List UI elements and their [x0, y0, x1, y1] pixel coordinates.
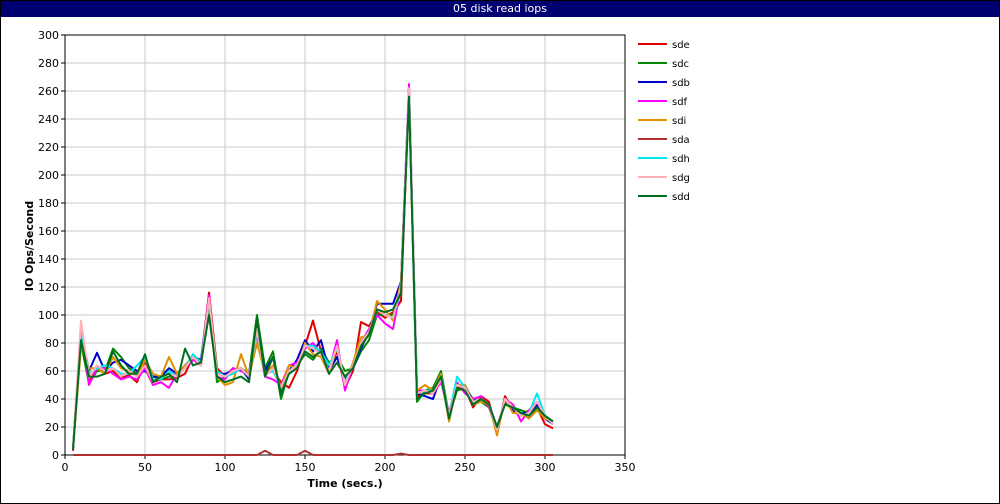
- y-tick-label: 260: [38, 85, 59, 98]
- x-axis-label: Time (secs.): [307, 477, 382, 490]
- y-tick-label: 160: [38, 225, 59, 238]
- y-tick-label: 300: [38, 29, 59, 42]
- legend-label-sdi: sdi: [672, 116, 686, 127]
- x-tick-label: 50: [138, 461, 152, 474]
- x-tick-label: 150: [295, 461, 316, 474]
- legend-label-sdd: sdd: [672, 192, 690, 203]
- y-tick-label: 60: [45, 365, 59, 378]
- grid-lines: [65, 35, 625, 455]
- legend-label-sdb: sdb: [672, 78, 690, 89]
- y-tick-label: 20: [45, 421, 59, 434]
- y-tick-label: 80: [45, 337, 59, 350]
- y-tick-label: 280: [38, 57, 59, 70]
- x-tick-label: 350: [615, 461, 636, 474]
- y-axis-label: IO Ops/Second: [23, 201, 36, 291]
- y-tick-label: 180: [38, 197, 59, 210]
- y-tick-label: 200: [38, 169, 59, 182]
- legend-label-sdh: sdh: [672, 154, 690, 165]
- x-tick-label: 200: [375, 461, 396, 474]
- legend-label-sdg: sdg: [672, 173, 690, 184]
- legend: sde sdc sdb sdf sdi sda sdh sdg sdd: [638, 40, 690, 203]
- y-tick-label: 0: [52, 449, 59, 462]
- y-tick-label: 140: [38, 253, 59, 266]
- legend-label-sda: sda: [672, 135, 690, 146]
- legend-label-sde: sde: [672, 40, 690, 51]
- y-tick-label: 220: [38, 141, 59, 154]
- y-tick-label: 120: [38, 281, 59, 294]
- line-chart: 0 50 100 150 200 250 300 350 0 20 40 60 80 100 120 140 1…: [23, 29, 690, 490]
- legend-label-sdf: sdf: [672, 97, 688, 108]
- y-tick-label: 100: [38, 309, 59, 322]
- y-tick-label: 240: [38, 113, 59, 126]
- x-tick-label: 300: [535, 461, 556, 474]
- x-tick-label: 100: [215, 461, 236, 474]
- plot-area: [65, 35, 625, 455]
- legend-label-sdc: sdc: [672, 59, 689, 70]
- y-tick-label: 40: [45, 393, 59, 406]
- x-tick-label: 0: [62, 461, 69, 474]
- x-tick-label: 250: [455, 461, 476, 474]
